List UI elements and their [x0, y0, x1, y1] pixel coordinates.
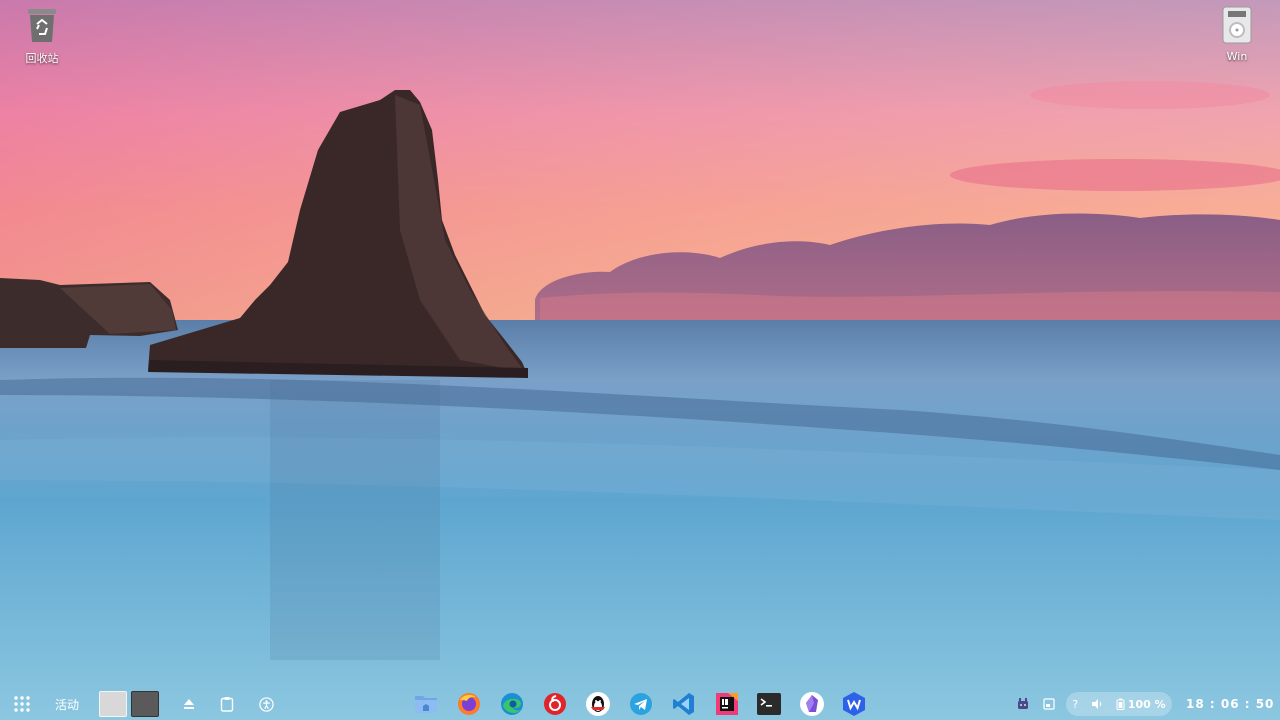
- dock-telegram[interactable]: [627, 690, 655, 718]
- trash-label: 回收站: [25, 52, 59, 65]
- vscode-icon: [673, 693, 694, 715]
- tray-screen-indicator[interactable]: [1040, 688, 1058, 720]
- desktop-wallpaper: [0, 0, 1280, 720]
- dock-obsidian[interactable]: [798, 690, 826, 718]
- firefox-icon: [458, 693, 480, 715]
- eject-button[interactable]: [178, 688, 200, 720]
- recycle-bin-icon: [28, 9, 56, 42]
- drive-label: Win: [1226, 50, 1248, 63]
- accessibility-icon: [258, 696, 274, 712]
- app-grid-button[interactable]: [8, 688, 36, 720]
- screen-icon: [1043, 698, 1055, 710]
- dock-netease-music[interactable]: [541, 690, 569, 718]
- dock-vscode[interactable]: [670, 690, 698, 718]
- robot-icon: [1018, 698, 1028, 709]
- file-manager-icon: [415, 696, 437, 713]
- volume-icon[interactable]: [1091, 698, 1103, 710]
- workspace-2[interactable]: [131, 691, 159, 717]
- telegram-icon: [630, 693, 652, 715]
- desktop-icon-trash[interactable]: 回收站: [10, 6, 74, 66]
- dock-terminal[interactable]: [755, 690, 783, 718]
- app-grid-icon: [14, 696, 30, 712]
- clipboard-icon: [220, 697, 234, 712]
- tray-app-indicator[interactable]: [1014, 688, 1032, 720]
- help-icon[interactable]: ?: [1072, 698, 1078, 711]
- dock-qq[interactable]: [584, 690, 612, 718]
- battery-icon: [1116, 698, 1125, 710]
- netease-music-icon: [544, 693, 566, 715]
- battery-percent: 100 %: [1127, 697, 1166, 711]
- activities-button[interactable]: 活动: [48, 688, 86, 720]
- obsidian-icon: [800, 692, 824, 716]
- activities-label: 活动: [54, 697, 79, 712]
- eject-icon: [184, 699, 194, 709]
- desktop-icon-drive[interactable]: Win: [1205, 6, 1269, 63]
- dock-intellij[interactable]: [713, 690, 741, 718]
- qq-icon: [586, 692, 610, 716]
- wps-icon: [843, 692, 865, 716]
- battery-indicator[interactable]: 100 %: [1116, 698, 1166, 711]
- drive-icon: [1222, 6, 1252, 44]
- system-tray[interactable]: ? 100 %: [1066, 692, 1172, 716]
- workspace-1[interactable]: [99, 691, 127, 717]
- edge-icon: [501, 693, 523, 715]
- clock[interactable]: 18 : 06 : 50: [1186, 688, 1274, 720]
- accessibility-button[interactable]: [255, 688, 277, 720]
- terminal-icon: [757, 693, 781, 715]
- dock-wps[interactable]: [840, 690, 868, 718]
- dock-file-manager[interactable]: [412, 690, 440, 718]
- dock-edge[interactable]: [498, 690, 526, 718]
- clipboard-button[interactable]: [216, 688, 238, 720]
- taskbar: 活动 ? 100 % 18: 06: 50: [0, 688, 1280, 720]
- dock-firefox[interactable]: [455, 690, 483, 718]
- intellij-icon: [716, 693, 738, 715]
